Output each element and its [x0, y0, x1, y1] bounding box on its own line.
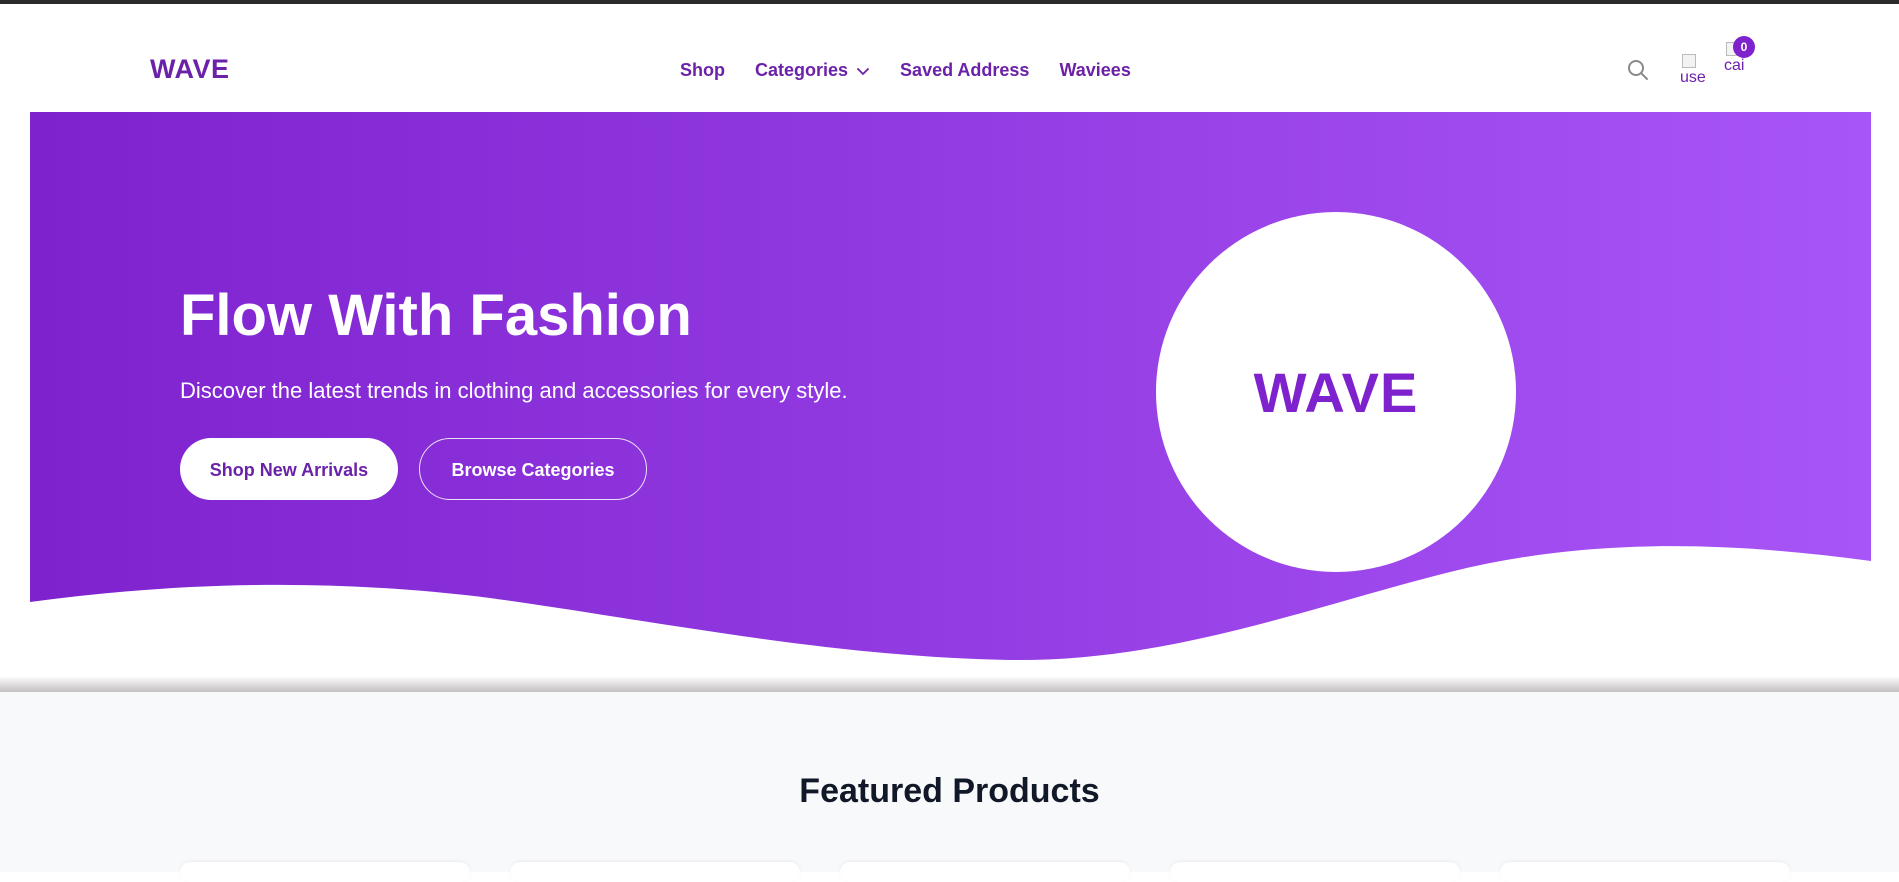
nav-item-shop[interactable]: Shop — [680, 60, 725, 81]
nav-item-waviees[interactable]: Waviees — [1059, 60, 1130, 81]
search-icon[interactable] — [1626, 58, 1650, 82]
hero-subtitle: Discover the latest trends in clothing a… — [180, 378, 848, 403]
main-nav: Shop Categories Saved Address Waviees — [680, 60, 1161, 81]
nav-item-label: Categories — [755, 60, 849, 80]
featured-products-section: Featured Products — [0, 692, 1899, 882]
hero-title: Flow With Fashion — [180, 283, 692, 348]
cart-count-badge: 0 — [1733, 36, 1755, 58]
product-card[interactable] — [1170, 862, 1460, 882]
broken-image-icon — [1682, 54, 1696, 68]
shop-new-arrivals-button[interactable]: Shop New Arrivals — [180, 438, 398, 500]
user-image-alt-text: use — [1680, 69, 1706, 86]
site-logo[interactable]: WAVE — [150, 54, 230, 85]
chevron-down-icon — [857, 67, 869, 75]
site-header: WAVE Shop Categories Saved Address Wavie… — [0, 4, 1899, 112]
nav-item-categories[interactable]: Categories — [755, 60, 870, 81]
product-card[interactable] — [180, 862, 470, 882]
product-card[interactable] — [510, 862, 800, 882]
nav-item-label: Saved Address — [900, 60, 1030, 80]
hero-logo-text: WAVE — [1253, 360, 1419, 424]
product-card[interactable] — [840, 862, 1130, 882]
featured-products-title: Featured Products — [799, 772, 1100, 810]
hero-banner: Flow With Fashion Discover the latest tr… — [30, 112, 1871, 692]
nav-item-label: Shop — [680, 60, 725, 80]
nav-item-label: Waviees — [1059, 60, 1131, 80]
user-account-image[interactable]: use — [1680, 54, 1708, 100]
cart-image-alt-text: cai — [1724, 57, 1745, 74]
hero-logo-circle: WAVE — [1156, 212, 1516, 572]
browse-categories-button[interactable]: Browse Categories — [419, 438, 647, 500]
nav-item-saved-address[interactable]: Saved Address — [900, 60, 1029, 81]
product-card[interactable] — [1500, 862, 1790, 882]
